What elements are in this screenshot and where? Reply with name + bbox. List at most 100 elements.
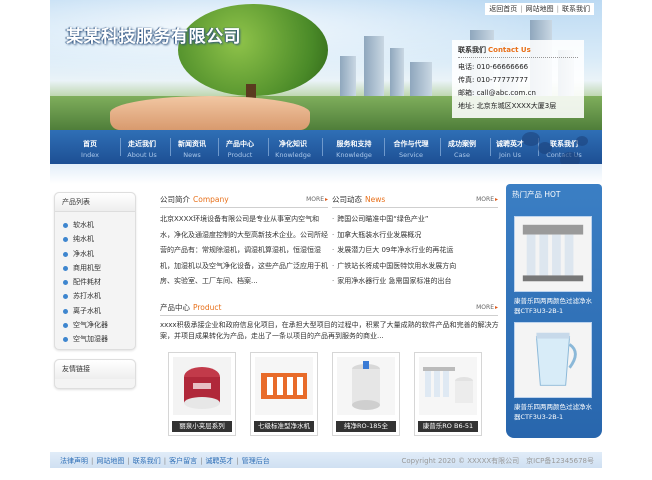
top-link-contact[interactable]: 联系我们	[562, 5, 590, 13]
news-more-link[interactable]: MORE▸	[476, 196, 498, 203]
hot-product-name[interactable]: 康普乐四两两颜色过滤净水器CTF3U3-2B-1	[514, 296, 594, 316]
category-item[interactable]: 商用机型	[63, 261, 135, 275]
footer-separator: |	[200, 457, 203, 465]
footer-link-sitemap[interactable]: 网站地图	[96, 457, 124, 465]
footer-separator: |	[163, 457, 167, 465]
product-label: 纯净RO-185全	[336, 421, 396, 432]
about-title-cn: 公司简介	[160, 195, 190, 204]
water-softener-image	[173, 357, 231, 415]
more-arrow-icon: ▸	[324, 196, 328, 203]
nav-item-service[interactable]: 合作与代理 Service	[385, 130, 437, 164]
product-label: 康普乐RO B6-51	[418, 421, 478, 432]
product-label: 七级标准型净水机	[254, 421, 314, 432]
category-item[interactable]: 空气加湿器	[63, 332, 135, 346]
bullet-icon: ·	[332, 215, 335, 223]
company-name: 某某科技服务有限公司	[66, 27, 241, 47]
nav-item-product[interactable]: 产品中心 Product	[214, 130, 266, 164]
category-item[interactable]: 纯水机	[63, 232, 135, 246]
footer-link-admin[interactable]: 管理后台	[242, 457, 270, 465]
contact-title-cn: 联系我们	[458, 46, 486, 54]
about-text: 北京XXXX环境设备有限公司是专业从事室内空气和水，净化及通湿度控制的大型高新技…	[160, 215, 328, 285]
product-description: xxxx积极承接企业和政府信息化项目，在承担大型项目的过程中，积累了大量成熟的软…	[160, 321, 499, 340]
product-card[interactable]: 纯净RO-185全	[332, 352, 400, 436]
copyright: Copyright 2020 © XXXXX有限公司 京ICP备12345678…	[401, 457, 594, 465]
news-item[interactable]: · 广铁站长将成中国医特饮用水发展方向	[332, 259, 498, 275]
news-title-cn: 公司动态	[332, 195, 362, 204]
links-box: 友情链接	[54, 359, 136, 389]
contact-fax: 传真: 010-77777777	[458, 76, 529, 84]
product-title-en: Product	[193, 303, 222, 312]
ro-system-image	[419, 357, 477, 415]
news-list: · 跨国公司瞄准中国“绿色产业” · 加拿大瓶装水行业发展概况 · 发展潜力巨大 09…	[332, 212, 498, 290]
bullet-icon	[63, 251, 68, 257]
hot-products-panel: 热门产品 HOT 康普乐四两两颜色过滤净水器CTF3U3-2B-1 康普乐四两两…	[506, 184, 602, 438]
footer-link-message[interactable]: 客户留言	[169, 457, 197, 465]
nav-item-news[interactable]: 新闻资讯 News	[166, 130, 218, 164]
category-item[interactable]: 空气净化器	[63, 318, 135, 332]
links-title: 友情链接	[55, 360, 135, 379]
bullet-icon	[63, 280, 68, 286]
contact-box: 联系我们 Contact Us 电话: 010-66666666 传真: 010-…	[452, 40, 584, 118]
hot-product-card[interactable]	[514, 322, 592, 398]
news-item[interactable]: · 发展潜力巨大 09年净水行业的再花运	[332, 243, 498, 259]
footer-link-contact[interactable]: 联系我们	[133, 457, 161, 465]
product-card[interactable]: 七级标准型净水机	[250, 352, 318, 436]
product-card[interactable]: 康普乐RO B6-51	[414, 352, 482, 436]
news-item[interactable]: · 加拿大瓶装水行业发展概况	[332, 228, 498, 244]
category-item[interactable]: 配件耗材	[63, 275, 135, 289]
hot-title: 热门产品 HOT	[512, 190, 561, 199]
footer-links: 法律声明 | 网站地图 | 联系我们 | 客户留言 | 诚聘英才 | 管理后台	[60, 456, 270, 466]
top-link-separator: |	[556, 5, 559, 13]
nav-item-knowledge[interactable]: 净化知识 Knowledge	[267, 130, 319, 164]
water-pitcher-image	[515, 323, 591, 397]
category-list: 软水机 纯水机 净水机 商用机型 配件耗材 苏打水机 离子水机 空气净化器 空气…	[55, 212, 135, 351]
purifier-image	[515, 217, 591, 291]
contact-title: 联系我们 Contact Us	[458, 45, 578, 58]
footer-link-legal[interactable]: 法律声明	[60, 457, 88, 465]
footer: 法律声明 | 网站地图 | 联系我们 | 客户留言 | 诚聘英才 | 管理后台 Copyright …	[50, 452, 602, 468]
news-title-en: News	[365, 195, 386, 204]
about-section-title: 公司简介 Company MORE▸	[160, 194, 328, 208]
more-arrow-icon: ▸	[494, 304, 498, 311]
footer-separator: |	[236, 457, 239, 465]
product-title-cn: 产品中心	[160, 303, 190, 312]
nav-separator	[322, 138, 323, 156]
nav-item-case[interactable]: 成功案例 Case	[436, 130, 488, 164]
tree-image	[178, 4, 328, 96]
category-box: 产品列表 软水机 纯水机 净水机 商用机型 配件耗材 苏打水机 离子水机 空气净…	[54, 192, 136, 350]
bullet-icon	[63, 308, 68, 314]
top-link-sitemap[interactable]: 网站地图	[526, 5, 554, 13]
footer-link-jobs[interactable]: 诚聘英才	[205, 457, 233, 465]
hot-product-name[interactable]: 康普乐四两两颜色过滤净水器CTF3U3-2B-1	[514, 402, 594, 422]
contact-email: 邮箱: call@abc.com.cn	[458, 89, 536, 97]
bullet-icon	[63, 237, 68, 243]
product-more-link[interactable]: MORE▸	[476, 304, 498, 311]
category-item[interactable]: 净水机	[63, 247, 135, 261]
product-section-title: 产品中心 Product MORE▸	[160, 302, 498, 316]
bullet-icon: ·	[332, 261, 335, 270]
contact-address: 地址: 北京东城区XXXX大厦3层	[458, 102, 557, 110]
category-item[interactable]: 苏打水机	[63, 289, 135, 303]
more-arrow-icon: ▸	[494, 196, 498, 203]
product-card[interactable]: 丽泉小夹层系列	[168, 352, 236, 436]
nav-item-index[interactable]: 首页 Index	[64, 130, 116, 164]
bullet-icon: ·	[332, 277, 335, 285]
news-section-title: 公司动态 News MORE▸	[332, 194, 498, 208]
contact-phone: 电话: 010-66666666	[458, 63, 529, 71]
hot-product-card[interactable]	[514, 216, 592, 292]
category-item[interactable]: 软水机	[63, 218, 135, 232]
news-item[interactable]: · 跨国公司瞄准中国“绿色产业”	[332, 212, 498, 228]
bullet-icon	[63, 223, 68, 228]
news-item[interactable]: · 家用净水器行业 急需国家标准的出台	[332, 274, 498, 290]
top-links: 返回首页 | 网站地图 | 联系我们	[485, 3, 594, 15]
about-more-link[interactable]: MORE▸	[306, 196, 328, 203]
top-link-home[interactable]: 返回首页	[489, 5, 517, 13]
nav-item-about[interactable]: 走近我们 About Us	[116, 130, 168, 164]
category-item[interactable]: 离子水机	[63, 304, 135, 318]
nav-item-support[interactable]: 服务和支持 Knowledge	[328, 130, 380, 164]
sub-bar	[50, 164, 602, 184]
bullet-icon	[63, 265, 68, 271]
contact-title-en: Contact Us	[488, 46, 531, 54]
product-label: 丽泉小夹层系列	[172, 421, 232, 432]
bullet-icon	[63, 294, 68, 300]
